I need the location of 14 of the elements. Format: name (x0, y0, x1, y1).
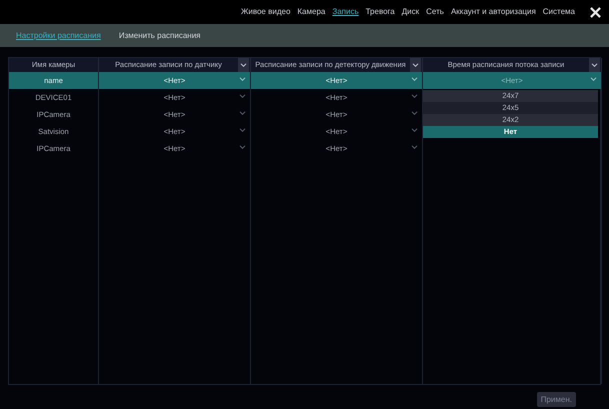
nav-tab[interactable]: Диск (402, 6, 420, 18)
nav-tab[interactable]: Система (542, 6, 575, 18)
nav-tab[interactable]: Запись (332, 6, 359, 18)
nav-tab[interactable]: Живое видео (240, 6, 290, 18)
close-icon[interactable] (590, 6, 601, 18)
nav-tab[interactable]: Камера (297, 6, 326, 18)
nav-tab[interactable]: Аккаунт и авторизация (450, 6, 536, 18)
dropdown-button[interactable] (589, 58, 600, 72)
nav-tab[interactable]: Сеть (426, 6, 444, 18)
nav-tab[interactable]: Тревога (366, 6, 395, 18)
dropdown-button[interactable] (238, 58, 249, 72)
tab[interactable]: Изменить расписания (118, 30, 201, 42)
tab[interactable]: Настройки расписания (16, 30, 101, 42)
dropdown-button[interactable] (410, 58, 421, 72)
